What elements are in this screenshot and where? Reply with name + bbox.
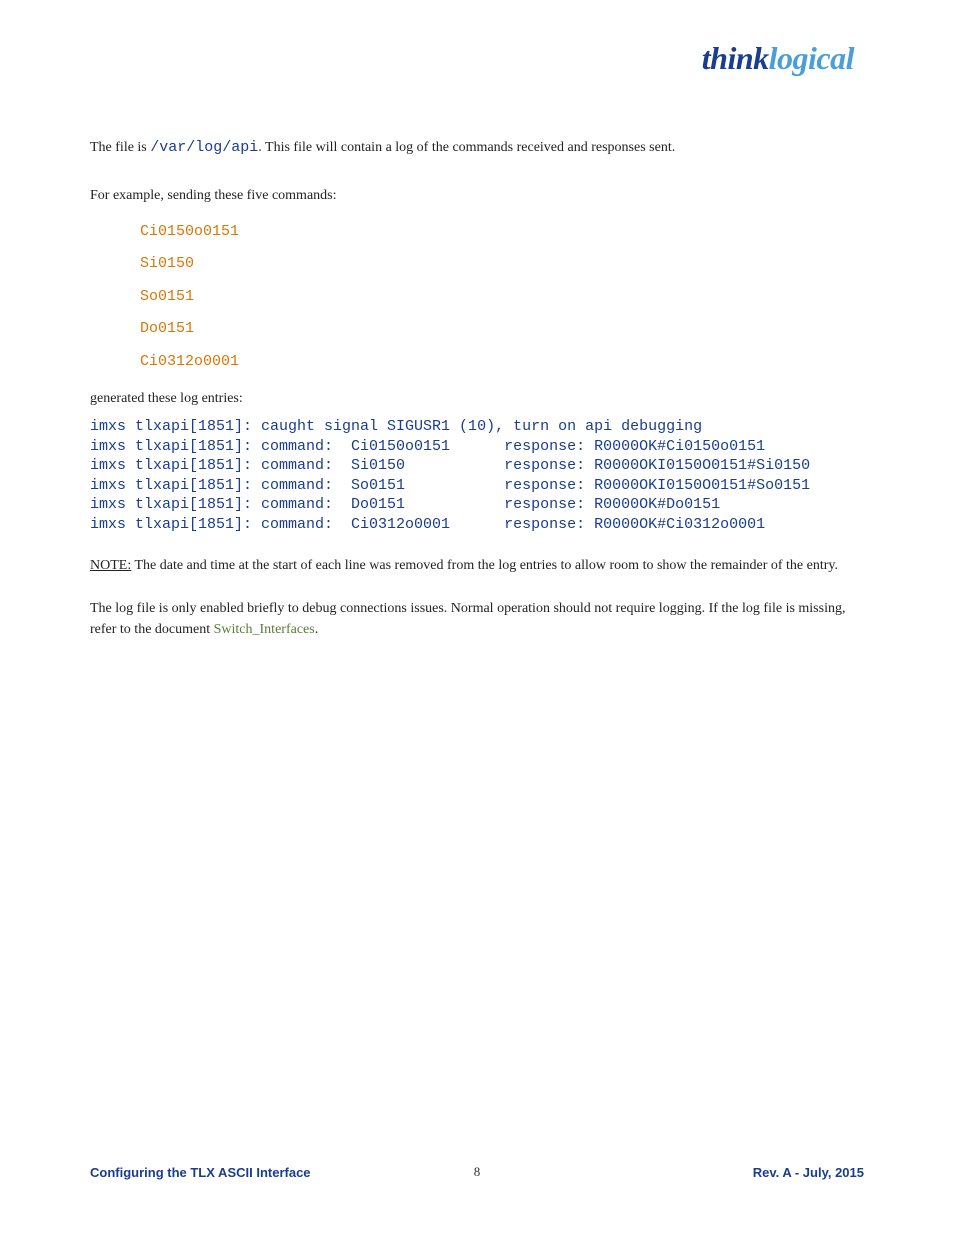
note-section: NOTE: The date and time at the start of …	[90, 554, 864, 578]
brand-logo: thinklogical	[90, 40, 854, 77]
command-item: Do0151	[140, 318, 864, 341]
log-path-line: The file is /var/log/api. This file will…	[90, 137, 864, 160]
command-item: Si0150	[140, 253, 864, 276]
log-output: imxs tlxapi[1851]: caught signal SIGUSR1…	[90, 417, 864, 534]
footer-left: Configuring the TLX ASCII Interface	[90, 1165, 311, 1180]
footer-right: Rev. A - July, 2015	[753, 1165, 864, 1180]
log-path-prefix: The file is	[90, 140, 150, 155]
note-para-suffix: .	[315, 622, 319, 637]
command-item: Ci0312o0001	[140, 351, 864, 374]
log-path-suffix: . This file will contain a log of the co…	[258, 140, 675, 155]
note-paragraph: The log file is only enabled briefly to …	[90, 598, 864, 640]
command-item: So0151	[140, 286, 864, 309]
logo-part1: think	[702, 40, 769, 76]
example-intro: For example, sending these five commands…	[90, 185, 864, 206]
logo-part2: logical	[769, 40, 854, 76]
switch-interfaces-ref: Switch_Interfaces	[214, 622, 315, 637]
note-para-prefix: The log file is only enabled briefly to …	[90, 601, 845, 637]
document-body: The file is /var/log/api. This file will…	[90, 137, 864, 640]
command-list: Ci0150o0151 Si0150 So0151 Do0151 Ci0312o…	[140, 221, 864, 374]
page-number: 8	[474, 1164, 481, 1180]
generated-label: generated these log entries:	[90, 388, 864, 409]
note-label: NOTE:	[90, 558, 131, 573]
command-item: Ci0150o0151	[140, 221, 864, 244]
log-path: /var/log/api	[150, 139, 258, 156]
note-text: The date and time at the start of each l…	[131, 558, 838, 573]
